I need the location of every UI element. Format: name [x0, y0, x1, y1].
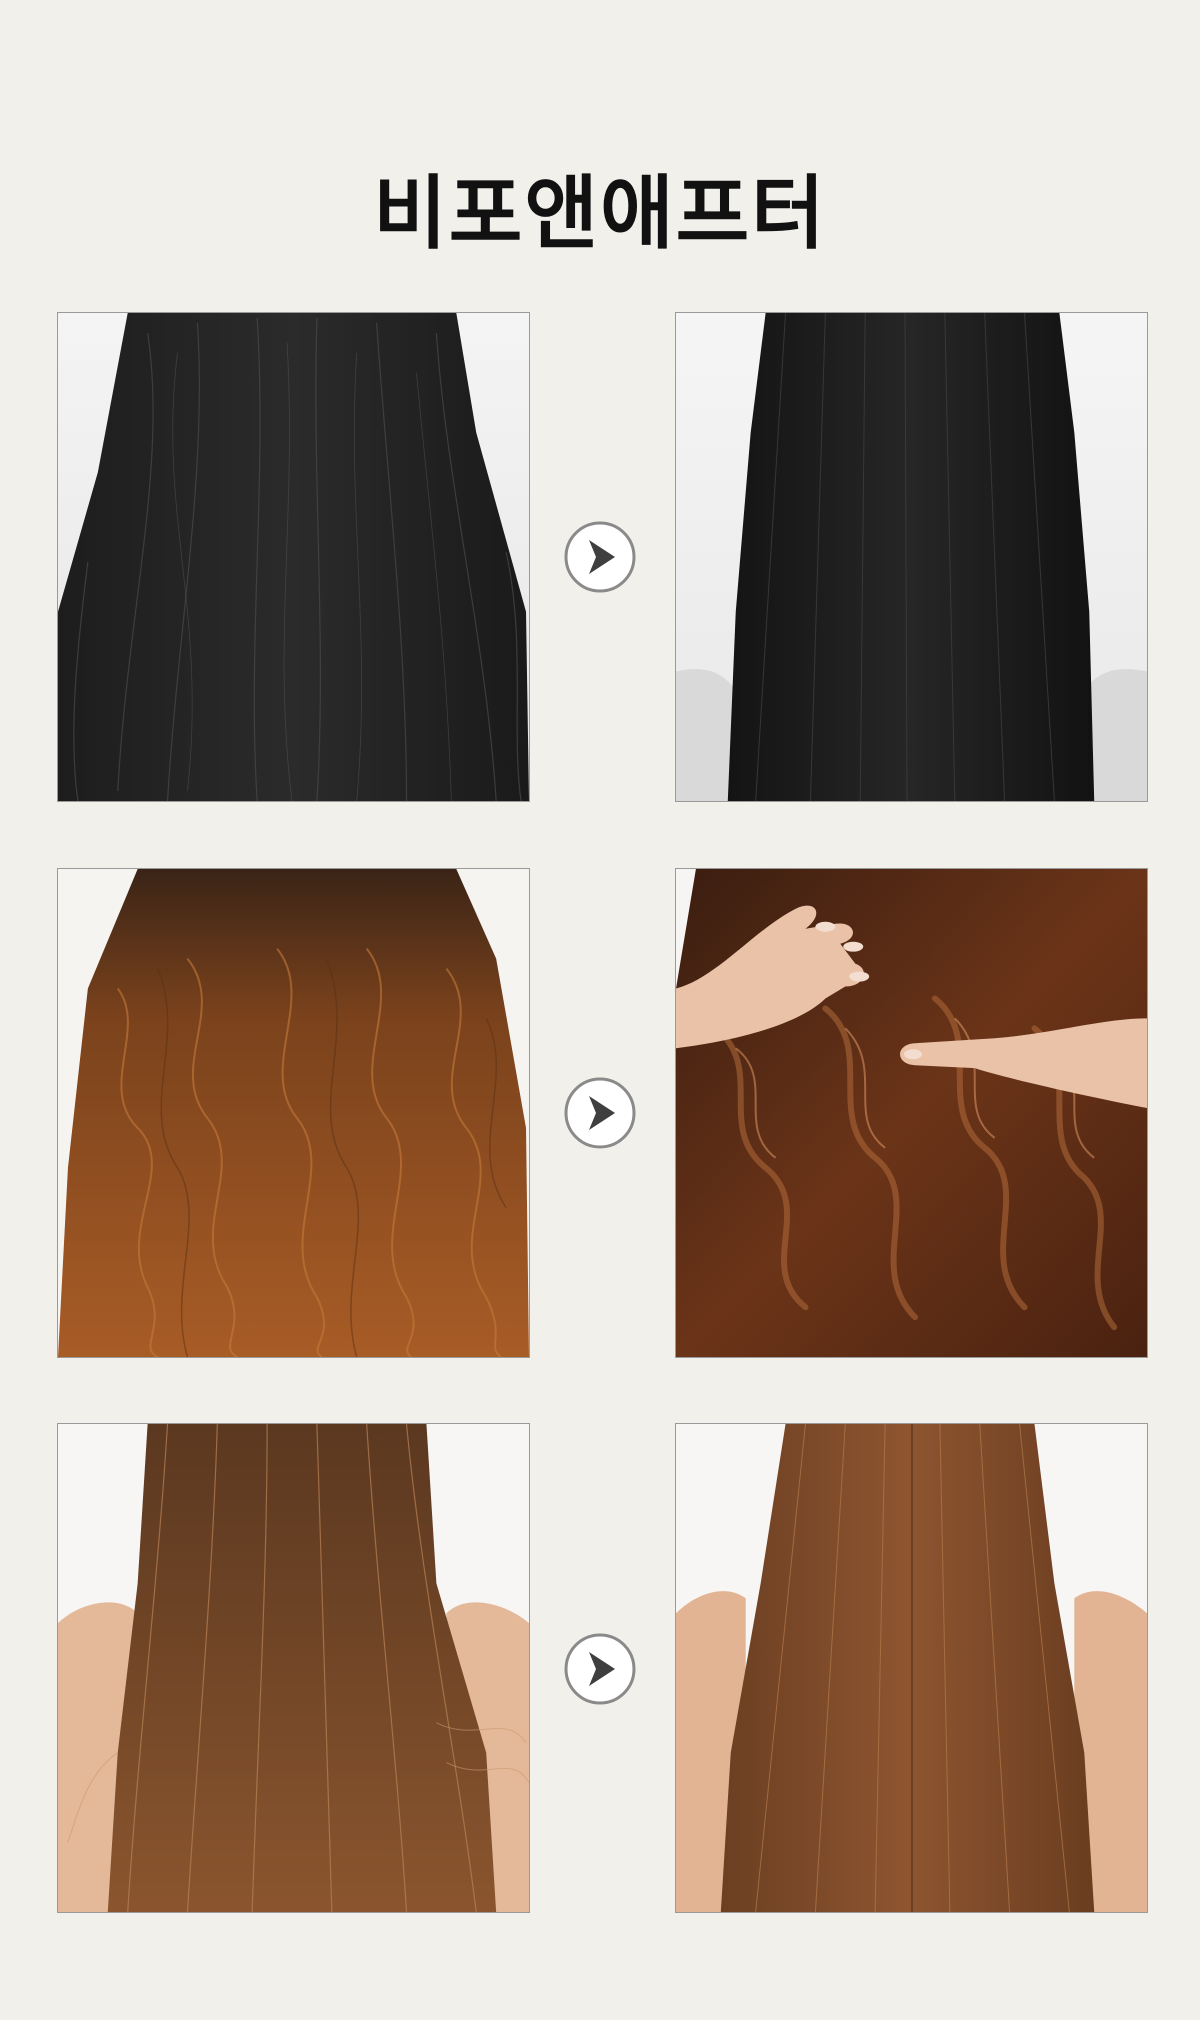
before-photo-auburn-hair	[57, 868, 530, 1358]
page-title: 비포앤애프터	[373, 166, 827, 260]
after-photo-brown-straight	[675, 1423, 1148, 1913]
chevron-right-icon	[563, 1076, 637, 1150]
after-photo-brown-waves	[675, 868, 1148, 1358]
before-photo-brown-split-ends	[57, 1423, 530, 1913]
chevron-right-icon	[563, 520, 637, 594]
before-photo-black-hair	[57, 312, 530, 802]
after-photo-black-hair	[675, 312, 1148, 802]
chevron-right-icon	[563, 1632, 637, 1706]
